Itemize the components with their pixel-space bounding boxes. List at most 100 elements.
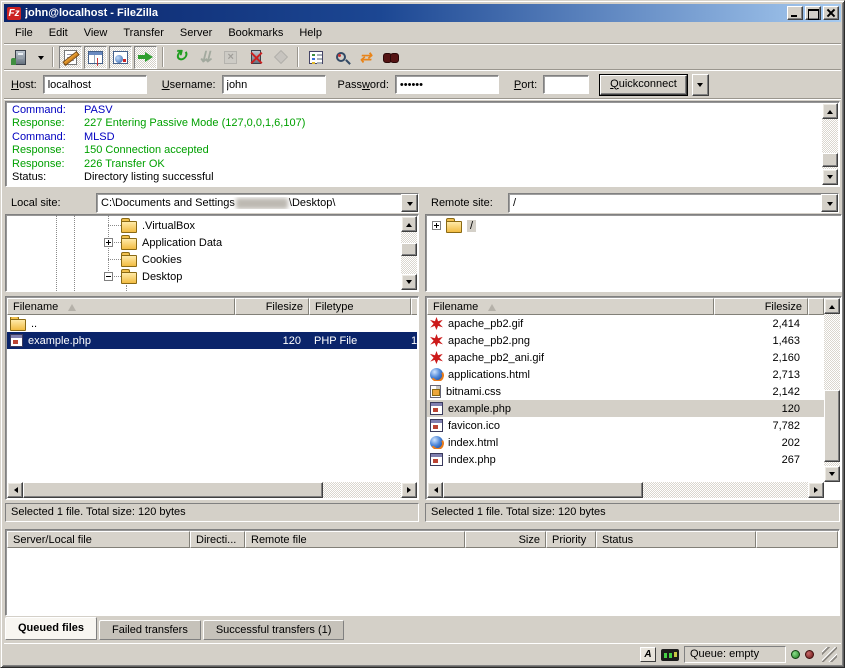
close-button[interactable] [823,6,839,20]
scroll-right-button[interactable] [808,482,824,498]
file-row[interactable]: apache_pb2.png1,463 [427,332,824,349]
tree-item-desktop[interactable]: Desktop [121,268,182,285]
column-filename[interactable]: Filename [427,298,714,315]
scroll-track[interactable] [824,314,840,466]
toggle-message-log-button[interactable] [59,46,82,69]
port-input[interactable] [543,75,589,94]
cancel-operation-button[interactable] [219,46,242,69]
tab-failed-transfers[interactable]: Failed transfers [99,620,201,640]
directory-comparison-button[interactable] [329,46,352,69]
menu-bookmarks[interactable]: Bookmarks [220,25,291,41]
scroll-track[interactable] [443,482,808,498]
expand-icon[interactable] [104,238,113,247]
column-server-local-file[interactable]: Server/Local file [7,531,190,548]
scroll-up-button[interactable] [822,103,838,119]
scroll-right-button[interactable] [401,482,417,498]
scroll-down-button[interactable] [401,274,417,290]
scroll-left-button[interactable] [7,482,23,498]
column-filesize[interactable]: Filesize [714,298,808,315]
column-direction[interactable]: Directi... [190,531,245,548]
remote-list-hscrollbar[interactable] [427,482,824,498]
scroll-track[interactable] [822,119,838,169]
username-input[interactable] [222,75,326,94]
scroll-up-button[interactable] [401,216,417,232]
scroll-thumb[interactable] [401,243,417,256]
file-row[interactable]: apache_pb2_ani.gif2,160 [427,349,824,366]
tab-queued-files[interactable]: Queued files [5,617,97,640]
scroll-thumb[interactable] [824,390,840,462]
file-row-example-php[interactable]: example.php120 [427,400,824,417]
remote-site-combo[interactable]: / [508,193,839,213]
local-site-dropdown[interactable] [401,194,418,212]
column-filesize[interactable]: Filesize [235,298,309,315]
sync-browsing-icon [360,50,372,65]
column-remote-file[interactable]: Remote file [245,531,465,548]
tree-item-cookies[interactable]: Cookies [121,251,182,268]
menu-server[interactable]: Server [172,25,220,41]
host-input[interactable] [43,75,147,94]
data-type-indicator[interactable]: A [640,647,656,662]
expand-icon[interactable] [432,221,441,230]
scroll-thumb[interactable] [443,482,643,498]
menu-help[interactable]: Help [291,25,330,41]
title-bar[interactable]: Fz john@localhost - FileZilla [4,4,841,22]
refresh-button[interactable] [169,46,192,69]
quickconnect-dropdown[interactable] [692,74,709,96]
log-scrollbar[interactable] [822,103,838,185]
local-tree-scrollbar[interactable] [401,216,417,290]
menu-view[interactable]: View [76,25,116,41]
toggle-transfer-queue-button[interactable] [134,46,157,69]
file-row[interactable]: index.html202 [427,434,824,451]
local-list-hscrollbar[interactable] [7,482,417,498]
column-last-modified[interactable]: L [411,298,417,315]
tree-item-root[interactable]: / [446,217,476,234]
scroll-track[interactable] [401,232,417,274]
scroll-left-button[interactable] [427,482,443,498]
file-row[interactable]: index.php267 [427,451,824,468]
file-row[interactable]: applications.html2,713 [427,366,824,383]
remote-site-dropdown[interactable] [821,194,838,212]
scroll-up-button[interactable] [824,298,840,314]
quickconnect-button[interactable]: Quickconnect [599,74,688,96]
column-status[interactable]: Status [596,531,756,548]
site-manager-dropdown[interactable] [34,46,47,69]
collapse-icon[interactable] [104,272,113,281]
filter-button[interactable] [304,46,327,69]
tree-item-application-data[interactable]: Application Data [121,234,222,251]
column-priority[interactable]: Priority [546,531,596,548]
toggle-local-tree-button[interactable] [84,46,107,69]
process-queue-button[interactable] [194,46,217,69]
file-row-example-php[interactable]: example.php 120 PHP File 1 [7,332,417,349]
scroll-thumb[interactable] [23,482,323,498]
toolbar-separator [162,47,164,67]
scroll-down-button[interactable] [822,169,838,185]
scroll-thumb[interactable] [822,153,838,167]
toggle-remote-tree-button[interactable] [109,46,132,69]
site-manager-button[interactable] [9,46,32,69]
synchronized-browsing-button[interactable] [354,46,377,69]
reconnect-button[interactable] [269,46,292,69]
menu-file[interactable]: File [7,25,41,41]
speed-limit-icon[interactable] [661,649,679,661]
minimize-button[interactable] [787,6,803,20]
menu-edit[interactable]: Edit [41,25,76,41]
file-row-parent-directory[interactable]: .. [7,315,417,332]
file-row[interactable]: bitnami.css2,142 [427,383,824,400]
column-filetype[interactable]: Filetype [309,298,411,315]
column-filename[interactable]: Filename [7,298,235,315]
tab-successful-transfers[interactable]: Successful transfers (1) [203,620,345,640]
tree-item-virtualbox[interactable]: .VirtualBox [121,217,195,234]
menu-transfer[interactable]: Transfer [115,25,172,41]
file-row[interactable]: apache_pb2.gif2,414 [427,315,824,332]
scroll-down-button[interactable] [824,466,840,482]
find-files-button[interactable] [379,46,402,69]
remote-list-vscrollbar[interactable] [824,298,840,482]
disconnect-button[interactable] [244,46,267,69]
password-input[interactable] [395,75,499,94]
column-size[interactable]: Size [465,531,546,548]
file-row[interactable]: favicon.ico7,782 [427,417,824,434]
scroll-track[interactable] [23,482,401,498]
resize-grip[interactable] [822,647,837,662]
maximize-button[interactable] [805,6,821,20]
local-site-combo[interactable]: C:\Documents and Settings\Desktop\ [96,193,419,213]
